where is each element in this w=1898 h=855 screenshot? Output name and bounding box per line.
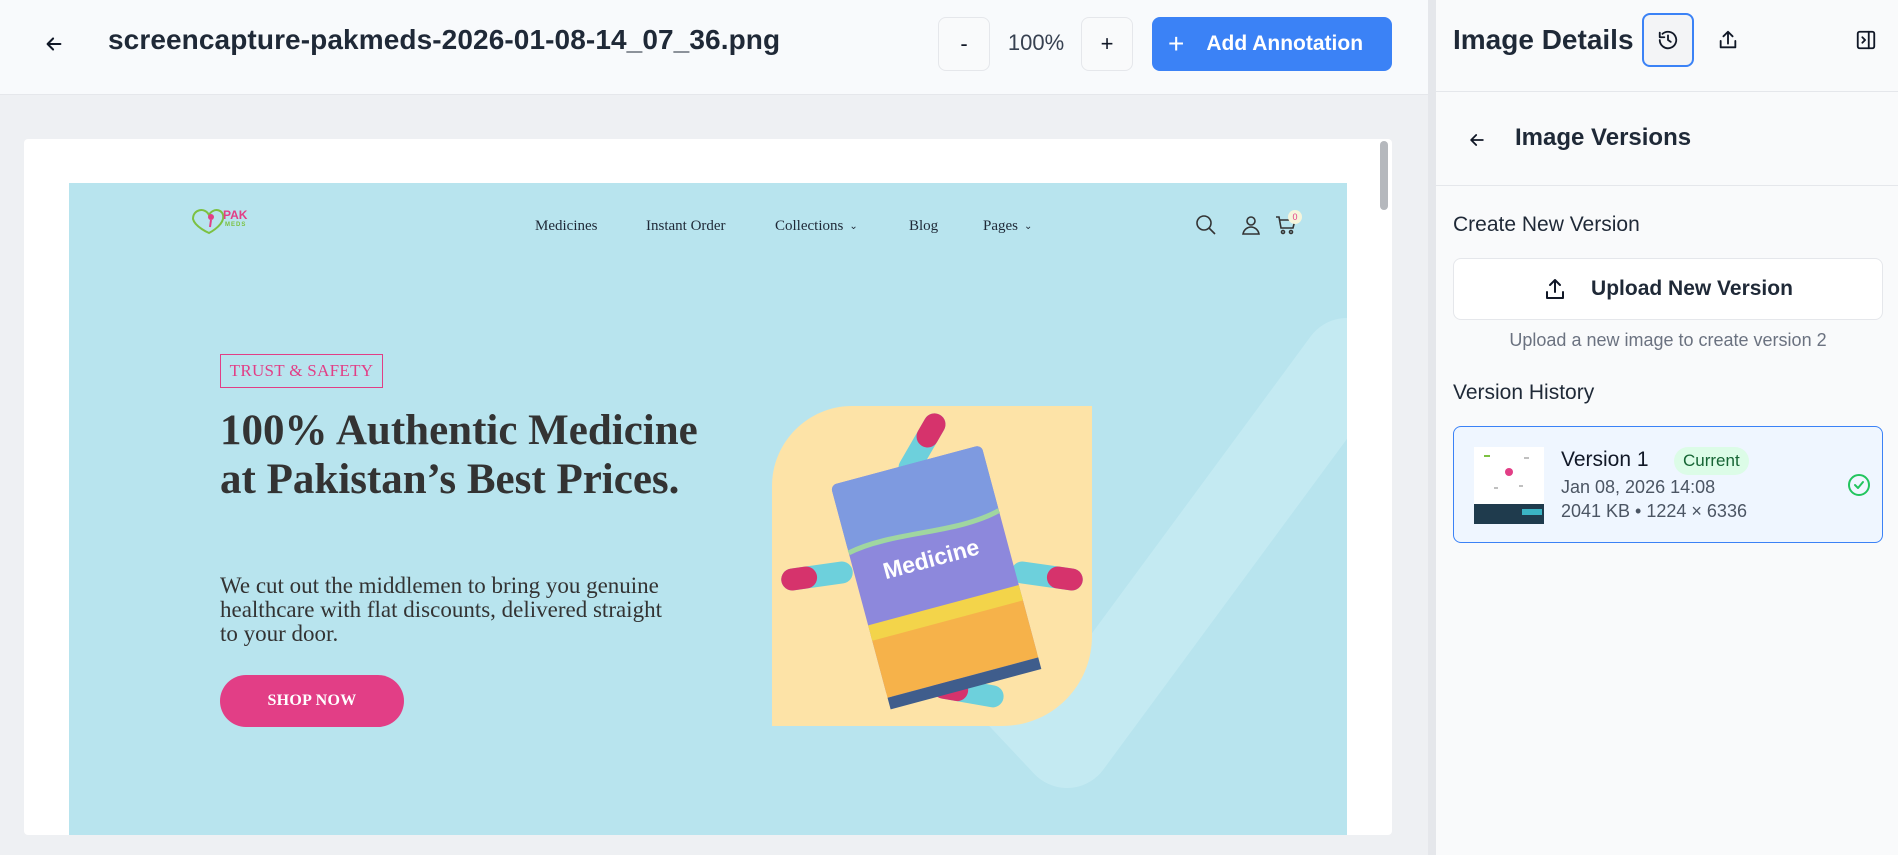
version-card[interactable]: Version 1 Current Jan 08, 2026 14:08 204… <box>1453 426 1883 543</box>
cart-count-badge: 0 <box>1288 210 1302 224</box>
user-icon <box>1242 216 1260 235</box>
zoom-in-button[interactable]: + <box>1081 17 1133 71</box>
chevron-down-icon: ⌄ <box>1024 221 1033 232</box>
share-icon <box>1719 30 1737 49</box>
nav-pages-label: Pages <box>983 218 1018 234</box>
collapse-panel-icon <box>1856 30 1876 50</box>
nav-blog: Blog <box>909 218 939 234</box>
nav-medicines: Medicines <box>535 218 598 234</box>
check-circle-icon <box>1848 474 1870 496</box>
app-root: screencapture-pakmeds-2026-01-08-14_07_3… <box>0 0 1898 855</box>
shop-now-button: SHOP NOW <box>220 675 404 727</box>
image-details-panel: Image Details Image Versions Create New … <box>1428 0 1898 855</box>
logo-subtext: MEDS <box>225 222 247 228</box>
zoom-out-button[interactable]: - <box>938 17 990 71</box>
collapse-panel-button[interactable] <box>1840 13 1892 67</box>
share-button[interactable] <box>1702 13 1754 67</box>
versions-header: Image Versions <box>1436 93 1898 186</box>
panel-header: Image Details <box>1436 0 1898 92</box>
trust-safety-tag: TRUST & SAFETY <box>220 354 383 388</box>
logo-text: PAK <box>223 208 248 222</box>
panel-title: Image Details <box>1453 24 1634 55</box>
upload-new-version-label: Upload New Version <box>1591 277 1793 300</box>
hero-subtitle: We cut out the middlemen to bring you ge… <box>220 573 662 646</box>
version-date: Jan 08, 2026 14:08 <box>1561 477 1716 497</box>
canvas-scrollbar[interactable] <box>1380 141 1388 210</box>
nav-pages: Pages ⌄ <box>983 218 1032 235</box>
versions-title: Image Versions <box>1515 124 1692 151</box>
add-annotation-label: Add Annotation <box>1206 32 1364 55</box>
captured-webpage: PAK MEDS Medicines Instant Order Collect… <box>69 183 1347 835</box>
search-icon <box>1196 215 1216 235</box>
version-name: Version 1 <box>1561 448 1649 471</box>
version-history-label: Version History <box>1453 381 1595 404</box>
plus-icon: + <box>1168 28 1185 59</box>
nav-collections-label: Collections <box>775 218 844 234</box>
chevron-down-icon: ⌄ <box>849 221 858 232</box>
nav-instant-order: Instant Order <box>646 218 726 234</box>
viewer-toolbar: screencapture-pakmeds-2026-01-08-14_07_3… <box>0 0 1428 95</box>
back-arrow-icon <box>46 37 62 51</box>
upload-icon <box>1546 279 1565 299</box>
back-button[interactable] <box>36 26 72 62</box>
nav-collections: Collections ⌄ <box>775 218 858 235</box>
hero-title: 100% Authentic Medicine at Pakistan’s Be… <box>220 407 698 503</box>
zoom-level: 100% <box>1007 30 1065 55</box>
add-annotation-button[interactable]: + Add Annotation <box>1152 17 1392 71</box>
current-badge: Current <box>1674 447 1749 475</box>
create-version-label: Create New Version <box>1453 213 1640 236</box>
upload-new-version-button[interactable]: Upload New Version <box>1453 258 1883 320</box>
history-icon <box>1658 30 1678 50</box>
versions-back-button[interactable] <box>1462 125 1492 155</box>
history-button[interactable] <box>1642 13 1694 67</box>
back-arrow-icon <box>1470 134 1484 146</box>
image-viewer: screencapture-pakmeds-2026-01-08-14_07_3… <box>0 0 1428 855</box>
upload-hint: Upload a new image to create version 2 <box>1509 330 1827 350</box>
medicine-box-illustration: Medicine <box>772 406 1092 726</box>
version-meta: 2041 KB • 1224 × 6336 <box>1561 501 1747 521</box>
file-name-title: screencapture-pakmeds-2026-01-08-14_07_3… <box>108 24 781 55</box>
version-thumbnail <box>1474 447 1544 524</box>
